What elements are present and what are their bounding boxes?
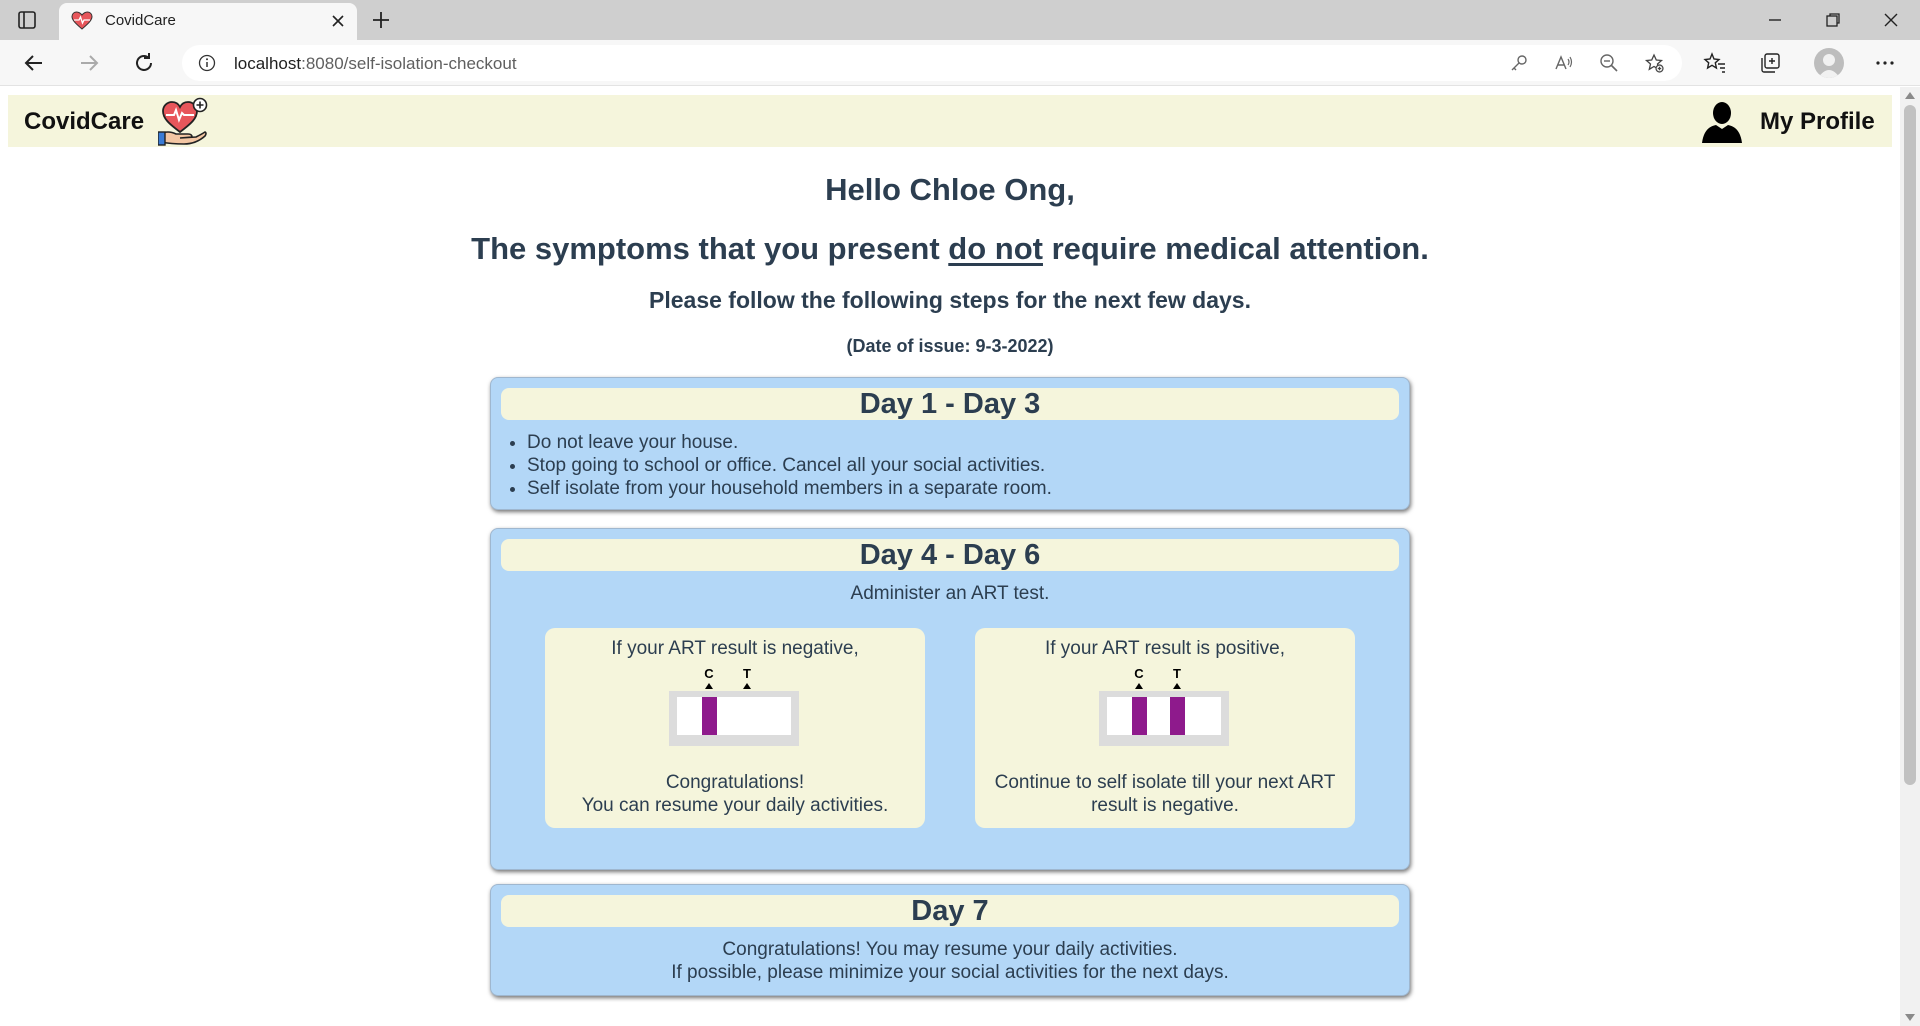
close-window-icon[interactable] [1879, 8, 1903, 32]
favorites-icon[interactable] [1703, 51, 1727, 75]
scroll-down-arrow-icon[interactable] [1905, 1014, 1915, 1022]
address-bar[interactable]: localhost:8080/self-isolation-checkout [182, 45, 1682, 81]
profile-silhouette-icon[interactable] [1700, 99, 1744, 143]
art-kit-positive-icon: C T [1097, 666, 1233, 746]
browser-tab-bar: CovidCare [0, 0, 1920, 40]
browser-toolbar: localhost:8080/self-isolation-checkout [0, 40, 1920, 86]
greeting-heading: Hello Chloe Ong, [825, 172, 1075, 207]
day7-message-line1: Congratulations! You may resume your dai… [722, 939, 1178, 960]
negative-result-title: If your ART result is negative, [611, 638, 859, 659]
more-options-icon[interactable] [1873, 51, 1897, 75]
art-instruction: Administer an ART test. [850, 583, 1050, 604]
key-icon[interactable] [1509, 53, 1529, 73]
browser-tab[interactable]: CovidCare [59, 3, 357, 40]
list-item: Do not leave your house. [527, 431, 1052, 454]
back-arrow-icon[interactable] [22, 51, 46, 75]
page-scrollbar[interactable] [1900, 87, 1920, 1026]
scrollbar-thumb[interactable] [1904, 105, 1916, 785]
positive-result-title: If your ART result is positive, [1044, 638, 1286, 659]
site-info-icon[interactable] [198, 54, 216, 72]
tab-actions-icon[interactable] [16, 9, 38, 31]
restore-window-icon[interactable] [1821, 8, 1845, 32]
art-kit-negative-icon: C T [667, 666, 803, 746]
minimize-window-icon[interactable] [1763, 8, 1787, 32]
heart-favicon-icon [71, 11, 93, 31]
steps-heading: Please follow the following steps for th… [649, 287, 1251, 313]
control-line [1132, 697, 1147, 735]
negative-result-box: If your ART result is negative, C T Cong… [545, 628, 925, 828]
heart-care-logo-icon [158, 96, 210, 146]
my-profile-link[interactable]: My Profile [1760, 108, 1875, 136]
collections-icon[interactable] [1758, 51, 1782, 75]
app-navbar: CovidCare My Profile [8, 95, 1892, 147]
page-content: CovidCare My Profile Hello Chloe Ong, Th… [0, 87, 1900, 1026]
day7-title: Day 7 [501, 895, 1399, 927]
new-tab-icon[interactable] [370, 9, 392, 31]
kit-t-label: T [1173, 666, 1181, 681]
zoom-out-icon[interactable] [1599, 53, 1619, 73]
day4-6-card: Day 4 - Day 6 Administer an ART test. If… [490, 528, 1410, 870]
day7-message-line2: If possible, please minimize your social… [671, 962, 1229, 983]
close-tab-icon[interactable] [331, 14, 345, 28]
day7-card: Day 7 Congratulations! You may resume yo… [490, 884, 1410, 996]
kit-t-label: T [743, 666, 751, 681]
day1-3-title: Day 1 - Day 3 [501, 388, 1399, 420]
day4-6-title: Day 4 - Day 6 [501, 539, 1399, 571]
scroll-up-arrow-icon[interactable] [1905, 91, 1915, 99]
day1-3-card: Day 1 - Day 3 Do not leave your house. S… [490, 377, 1410, 510]
day1-3-list: Do not leave your house. Stop going to s… [527, 431, 1052, 500]
list-item: Self isolate from your household members… [527, 477, 1052, 500]
tab-title: CovidCare [105, 12, 176, 29]
user-avatar-icon[interactable] [1814, 48, 1844, 78]
control-line [702, 697, 717, 735]
read-aloud-icon[interactable] [1554, 53, 1574, 73]
brand-name[interactable]: CovidCare [24, 108, 144, 136]
reload-icon[interactable] [132, 51, 156, 75]
kit-c-label: C [1134, 666, 1144, 681]
url-text: localhost:8080/self-isolation-checkout [234, 54, 517, 73]
positive-result-message: Continue to self isolate till your next … [994, 772, 1336, 816]
test-line [1170, 697, 1185, 735]
forward-arrow-icon[interactable] [77, 51, 101, 75]
symptoms-heading: The symptoms that you present do not req… [471, 231, 1429, 266]
positive-result-box: If your ART result is positive, C T Cont… [975, 628, 1355, 828]
date-of-issue: (Date of issue: 9-3-2022) [846, 336, 1054, 356]
list-item: Stop going to school or office. Cancel a… [527, 454, 1052, 477]
add-favorite-icon[interactable] [1644, 53, 1664, 73]
do-not-emphasis: do not [948, 231, 1043, 266]
kit-c-label: C [704, 666, 714, 681]
negative-result-message: Congratulations! You can resume your dail… [581, 772, 889, 816]
